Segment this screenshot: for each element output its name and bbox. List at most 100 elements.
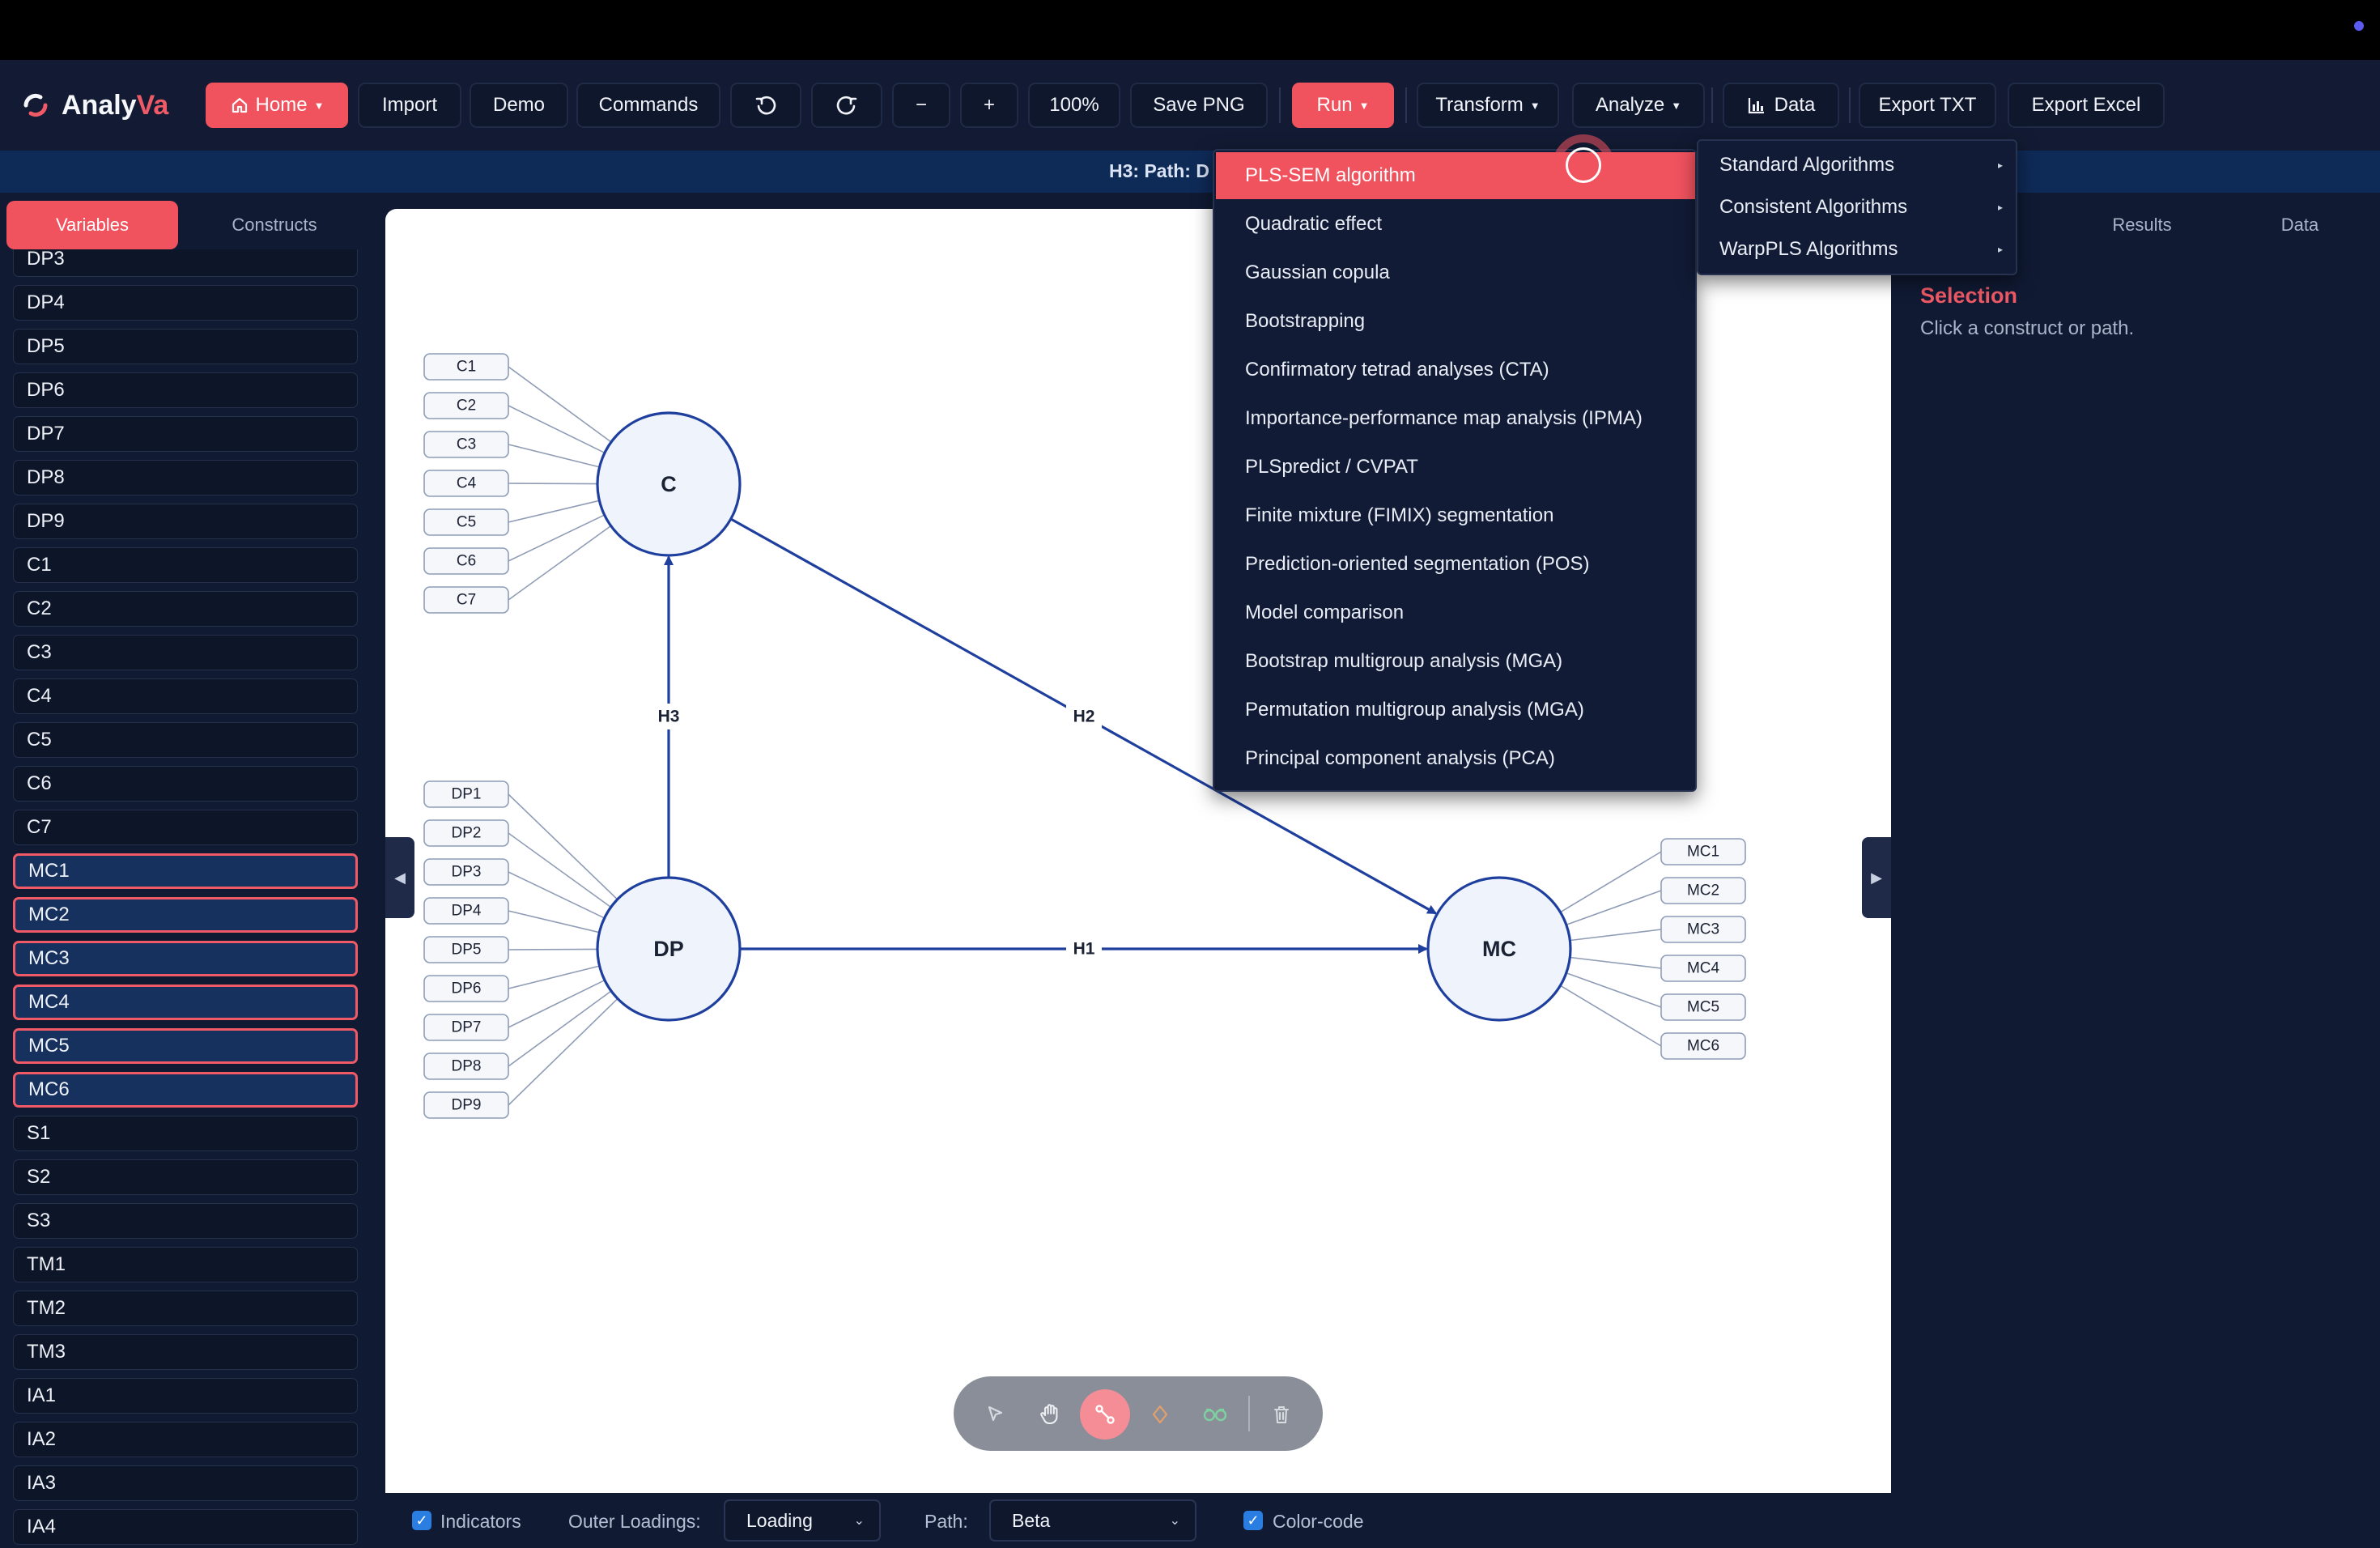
left-tabs: Variables Constructs [6, 201, 359, 249]
indicator-label: MC2 [1687, 882, 1719, 899]
zoom-out-button[interactable]: − [892, 83, 950, 128]
zoom-level-button[interactable]: 100% [1028, 83, 1120, 128]
variable-item-mc3[interactable]: MC3 [13, 941, 358, 976]
variable-item-tm3[interactable]: TM3 [13, 1334, 358, 1370]
zoom-in-button[interactable]: + [960, 83, 1018, 128]
variable-item-c7[interactable]: C7 [13, 810, 358, 845]
variable-item-c5[interactable]: C5 [13, 722, 358, 758]
variable-item-s3[interactable]: S3 [13, 1203, 358, 1239]
moderation-tool-button[interactable] [1190, 1389, 1240, 1440]
indicators-label: Indicators [440, 1511, 521, 1532]
variable-item-dp6[interactable]: DP6 [13, 372, 358, 408]
tab-constructs[interactable]: Constructs [189, 201, 359, 249]
commands-button[interactable]: Commands [576, 83, 720, 128]
run-menu-item[interactable]: Principal component analysis (PCA) [1216, 735, 1695, 782]
run-menu-item[interactable]: Quadratic effect [1216, 201, 1695, 248]
path-select[interactable]: Beta ⌄ [989, 1499, 1196, 1542]
indicator-label: C1 [457, 359, 476, 376]
variable-item-s1[interactable]: S1 [13, 1116, 358, 1151]
variable-item-ia3[interactable]: IA3 [13, 1465, 358, 1501]
selection-hint: Click a construct or path. [1920, 317, 2135, 339]
run-menu-item[interactable]: Bootstrapping [1216, 298, 1695, 345]
tab-variables[interactable]: Variables [6, 201, 178, 249]
chevron-right-icon: ▸ [1997, 159, 2003, 171]
variable-item-mc5[interactable]: MC5 [13, 1028, 358, 1064]
variable-item-c3[interactable]: C3 [13, 635, 358, 670]
run-dropdown-menu: PLS-SEM algorithm Quadratic effect Gaussia… [1213, 149, 1697, 792]
variable-item-dp9[interactable]: DP9 [13, 504, 358, 539]
tab-data[interactable]: Data [2223, 201, 2377, 249]
analyze-button[interactable]: Analyze ▼ [1572, 83, 1705, 128]
construct-label-dp: DP [653, 937, 684, 961]
color-code-checkbox[interactable]: ✓ [1243, 1511, 1263, 1530]
variable-item-tm2[interactable]: TM2 [13, 1291, 358, 1326]
bar-chart-icon [1748, 98, 1764, 114]
indicator-link [508, 910, 600, 933]
submenu-item[interactable]: Standard Algorithms ▸ [1719, 144, 2003, 186]
variable-item-ia4[interactable]: IA4 [13, 1509, 358, 1545]
save-png-button[interactable]: Save PNG [1130, 83, 1268, 128]
undo-button[interactable] [730, 83, 801, 128]
export-excel-button[interactable]: Export Excel [2008, 83, 2165, 128]
run-menu-item[interactable]: Confirmatory tetrad analyses (CTA) [1216, 347, 1695, 393]
run-menu-item[interactable]: PLSpredict / CVPAT [1216, 444, 1695, 491]
pan-tool-button[interactable] [1025, 1389, 1075, 1440]
import-button[interactable]: Import [358, 83, 461, 128]
tab-results[interactable]: Results [2061, 201, 2223, 249]
indicator-label: C6 [457, 553, 476, 570]
link-icon [1203, 1408, 1227, 1422]
collapse-left-panel-button[interactable]: ◀ [385, 837, 414, 918]
variable-item-dp3[interactable]: DP3 [13, 249, 358, 277]
demo-button[interactable]: Demo [470, 83, 568, 128]
logo-icon [23, 93, 48, 117]
variable-item-mc1[interactable]: MC1 [13, 853, 358, 889]
connect-tool-button[interactable] [1080, 1389, 1130, 1440]
run-menu-item[interactable]: Prediction-oriented segmentation (POS) [1216, 541, 1695, 588]
variable-item-mc4[interactable]: MC4 [13, 985, 358, 1020]
variable-item-mc6[interactable]: MC6 [13, 1072, 358, 1108]
transform-button[interactable]: Transform ▼ [1417, 83, 1559, 128]
variable-item-dp5[interactable]: DP5 [13, 329, 358, 364]
click-indicator-inner [1566, 147, 1601, 183]
variable-item-dp4[interactable]: DP4 [13, 285, 358, 321]
indicators-checkbox[interactable]: ✓ [412, 1511, 431, 1530]
variable-item-tm1[interactable]: TM1 [13, 1247, 358, 1282]
run-menu-item[interactable]: Bootstrap multigroup analysis (MGA) [1216, 638, 1695, 685]
submenu-item[interactable]: WarpPLS Algorithms ▸ [1719, 228, 2003, 270]
home-button[interactable]: Home ▼ [206, 83, 348, 128]
right-panel [1904, 193, 2380, 1548]
run-menu-item[interactable]: Permutation multigroup analysis (MGA) [1216, 687, 1695, 734]
run-menu-item[interactable]: Gaussian copula [1216, 249, 1695, 296]
data-button[interactable]: Data [1723, 83, 1839, 128]
toolbar-divider [1849, 87, 1851, 123]
variable-item-ia2[interactable]: IA2 [13, 1422, 358, 1457]
run-menu-item[interactable]: PLS-SEM algorithm [1216, 152, 1695, 199]
quadratic-tool-button[interactable] [1135, 1389, 1185, 1440]
variable-item-c6[interactable]: C6 [13, 766, 358, 802]
redo-button[interactable] [811, 83, 882, 128]
checkmark-icon: ✓ [1247, 1512, 1260, 1529]
variable-item-c4[interactable]: C4 [13, 678, 358, 714]
variable-item-mc2[interactable]: MC2 [13, 897, 358, 933]
outer-loadings-select[interactable]: Loading ⌄ [724, 1499, 881, 1542]
run-menu-item[interactable]: Model comparison [1216, 589, 1695, 636]
run-button[interactable]: Run ▼ [1292, 83, 1394, 128]
app-name: AnalyVa [62, 89, 169, 121]
pointer-icon [988, 1406, 1003, 1422]
variable-item-c1[interactable]: C1 [13, 547, 358, 583]
collapse-right-panel-button[interactable]: ▶ [1862, 837, 1891, 918]
submenu-item[interactable]: Consistent Algorithms ▸ [1719, 186, 2003, 228]
variable-item-dp7[interactable]: DP7 [13, 416, 358, 452]
variable-item-ia1[interactable]: IA1 [13, 1378, 358, 1414]
export-txt-button[interactable]: Export TXT [1859, 83, 1996, 128]
indicator-label: MC4 [1687, 960, 1720, 977]
home-icon [232, 97, 247, 113]
variable-item-s2[interactable]: S2 [13, 1159, 358, 1195]
run-menu-item[interactable]: Importance-performance map analysis (IPM… [1216, 395, 1695, 442]
path-label-h2: H2 [1073, 708, 1095, 726]
delete-tool-button[interactable] [1256, 1389, 1307, 1440]
run-menu-item[interactable]: Finite mixture (FIMIX) segmentation [1216, 492, 1695, 539]
variable-item-dp8[interactable]: DP8 [13, 460, 358, 495]
select-tool-button[interactable] [970, 1389, 1020, 1440]
variable-item-c2[interactable]: C2 [13, 591, 358, 627]
